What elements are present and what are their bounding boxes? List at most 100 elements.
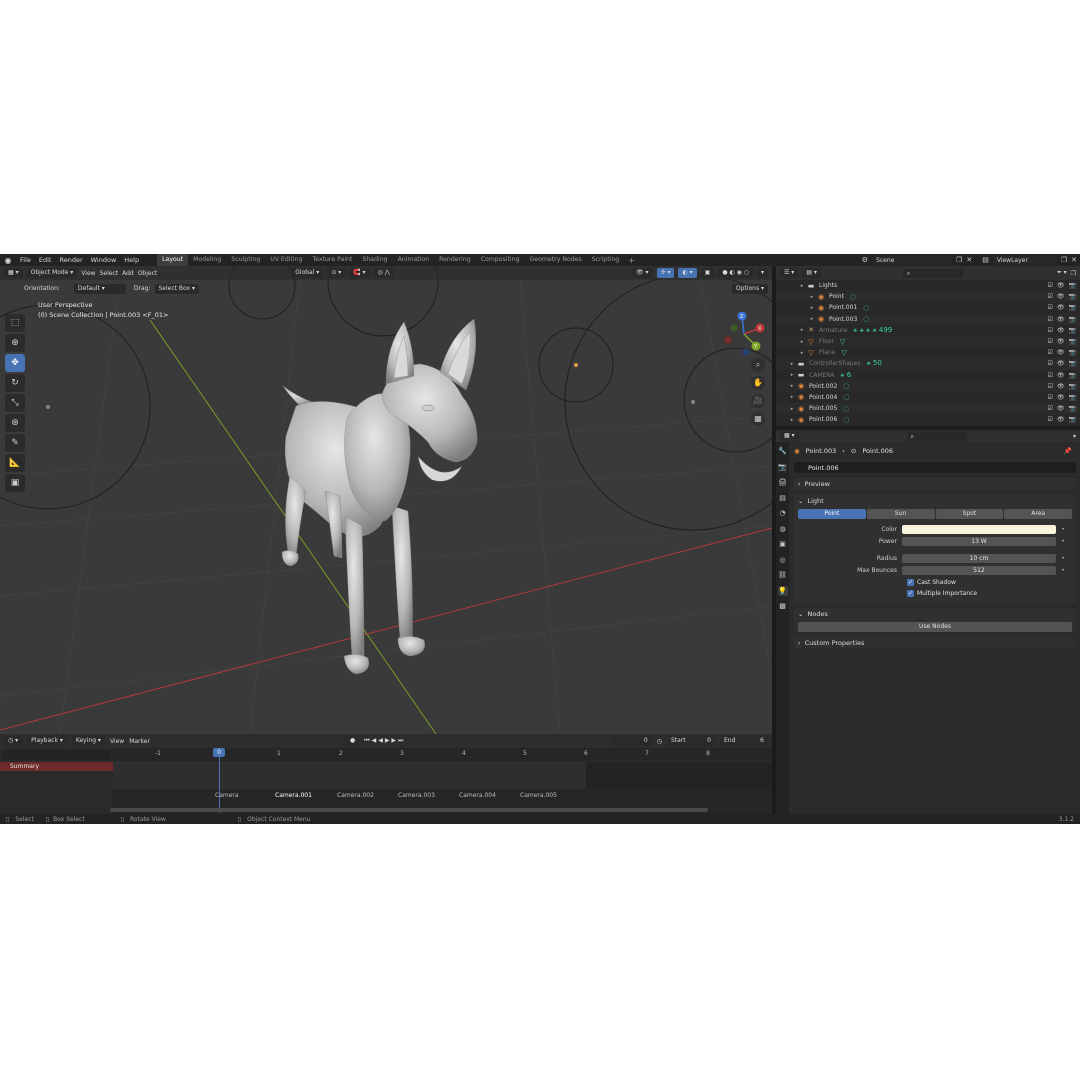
power-field[interactable]: 13 W [902,537,1056,547]
tab-uv-editing[interactable]: UV Editing [265,254,307,266]
dog-model[interactable] [281,318,478,675]
outliner-row[interactable]: ▸ ◉ Point.002 ◌ ☑ 👁 📷 [776,380,1080,392]
checkbox-icon[interactable]: ☑ [1048,327,1053,334]
tab-animation[interactable]: Animation [393,254,435,266]
new-view-layer-icon[interactable]: ❐ [1061,256,1067,264]
outliner-item-data[interactable]: ◌ [843,393,849,401]
scene-tab-icon[interactable]: ◔ [778,508,788,518]
keyframe-dot-icon[interactable]: • [1059,538,1067,545]
eye-icon[interactable]: 👁 [1057,394,1065,401]
expand-arrow-icon[interactable]: ▸ [788,417,796,423]
checkbox-icon[interactable]: ☑ [1048,394,1053,401]
keyframe-dot-icon[interactable]: • [1059,555,1067,562]
tab-shading[interactable]: Shading [357,254,392,266]
overlays-button[interactable]: ◐ ▾ [678,268,697,278]
gizmo-button[interactable]: ✣ ▾ [656,268,675,278]
expand-arrow-icon[interactable]: ▸ [808,294,816,300]
light-type-spot[interactable]: Spot [935,509,1004,519]
outliner-item-data[interactable]: ◌ [843,405,849,413]
keyframe-dot-icon[interactable]: • [1059,526,1067,533]
view-layer-tab-icon[interactable]: ▤ [778,493,788,503]
outliner-item-data[interactable]: ⚹ 50 [866,359,881,368]
marker-menu[interactable]: Marker [129,738,150,745]
timeline-search-input[interactable] [2,750,111,760]
visibility-toggles[interactable]: ☑ 👁 📷 [1048,383,1077,390]
outliner-row[interactable]: ▸ ✕ Armature ⚹ ⚹ ⚹ ⚹ 499 ☑ 👁 📷 [776,325,1080,336]
camera-render-icon[interactable]: 📷 [1069,349,1076,356]
camera-render-icon[interactable]: 📷 [1069,316,1076,323]
eye-icon[interactable]: 👁 [1057,372,1065,379]
eye-icon[interactable]: 👁 [1057,327,1065,334]
navigation-gizmo[interactable]: X Y Z [722,312,766,356]
filter-icon[interactable]: ⏷ ▾ [1057,269,1067,277]
area-divider[interactable] [772,266,775,824]
visibility-toggles[interactable]: ☑ 👁 📷 [1048,360,1077,367]
tab-sculpting[interactable]: Sculpting [226,254,265,266]
pin-icon[interactable]: 📌 [1064,447,1072,455]
nodes-panel-header[interactable]: ⌄ Nodes [794,608,1076,620]
proportional-edit-button[interactable]: ◎ ⋀ [373,268,394,278]
visibility-toggles[interactable]: ☑ 👁 📷 [1048,316,1077,323]
display-mode-button[interactable]: ▤ ▾ [802,268,821,278]
checkbox-icon[interactable]: ☑ [1048,293,1053,300]
cast-shadow-checkbox[interactable]: ✓ Cast Shadow [794,577,1076,588]
scale-icon[interactable]: ⤡ [5,394,25,412]
tab-scripting[interactable]: Scripting [587,254,625,266]
expand-arrow-icon[interactable]: ▸ [798,327,806,333]
checkbox-icon[interactable]: ☑ [1048,372,1053,379]
outliner-item-data[interactable]: ◌ [850,293,856,301]
pivot-point-button[interactable]: ⊙ ▾ [327,268,346,278]
tool-tab-icon[interactable]: 🔧 [778,446,788,456]
outliner-row[interactable]: ▸ ▬ CAMERA ⚹ 6 ☑ 👁 📷 [776,370,1080,381]
menu-select[interactable]: Select [100,270,119,277]
camera-render-icon[interactable]: 📷 [1069,394,1076,401]
marker-camera-002[interactable]: Camera.002 [337,792,374,799]
keying-menu[interactable]: Keying ▾ [71,736,105,746]
outliner-row[interactable]: ▸ ▽ Floor ▽ ☑ 👁 📷 [776,335,1080,348]
texture-tab-icon[interactable]: ▩ [778,601,788,611]
eye-icon[interactable]: 👁 [1057,304,1065,311]
tab-geometry-nodes[interactable]: Geometry Nodes [525,254,587,266]
world-tab-icon[interactable]: ◍ [778,524,788,534]
checkbox-icon[interactable]: ☑ [1048,349,1053,356]
outliner-item-data[interactable]: ▽ [841,349,846,357]
marker-camera[interactable]: Camera [215,792,239,799]
light-panel-header[interactable]: ⌄ Light [794,495,1076,507]
marker-camera-003[interactable]: Camera.003 [398,792,435,799]
visibility-toggles[interactable]: ☑ 👁 📷 [1048,293,1077,300]
keyframe-dot-icon[interactable]: • [1059,567,1067,574]
custom-properties-panel[interactable]: › Custom Properties [794,637,1076,649]
outliner-row[interactable]: ▸ ▬ Lights ☑ 👁 📷 [776,280,1080,291]
expand-arrow-icon[interactable]: ▸ [798,339,806,345]
editor-type-button[interactable]: ▦ ▾ [4,268,23,278]
timeline-editor-type-button[interactable]: ◷ ▾ [4,736,23,746]
outliner-item-data[interactable]: ◌ [863,304,869,312]
properties-options-icon[interactable]: ▾ [1073,433,1076,440]
outliner-item-data[interactable]: ▽ [840,338,845,346]
light-type-sun[interactable]: Sun [866,509,935,519]
tab-layout[interactable]: Layout [157,254,189,266]
end-frame-field[interactable]: End 6 [720,736,768,746]
current-frame-field[interactable]: 0 [611,736,652,746]
outliner-row[interactable]: ▸ ◉ Point.005 ◌ ☑ 👁 📷 [776,403,1080,415]
marker-camera-001[interactable]: Camera.001 [275,792,312,799]
timeline-view-menu[interactable]: View [110,738,124,745]
checkbox-icon[interactable]: ☑ [1048,282,1053,289]
checkbox-icon[interactable]: ☑ [1048,416,1053,423]
radius-field[interactable]: 10 cm [902,553,1056,563]
drag-select[interactable]: Select Box ▾ [154,283,199,294]
visibility-toggles[interactable]: ☑ 👁 📷 [1048,338,1077,345]
tab-compositing[interactable]: Compositing [476,254,525,266]
measure-icon[interactable]: 📐 [5,454,25,472]
eye-icon[interactable]: 👁 [1057,349,1065,356]
object-tab-icon[interactable]: ▣ [778,539,788,549]
visibility-toggles[interactable]: ☑ 👁 📷 [1048,405,1077,412]
expand-arrow-icon[interactable]: ▸ [808,316,816,322]
output-tab-icon[interactable]: 🖨 [778,477,788,487]
visibility-button[interactable]: 👁 ▾ [631,268,653,278]
tab-texture-paint[interactable]: Texture Paint [307,254,357,266]
camera-render-icon[interactable]: 📷 [1069,338,1076,345]
menu-file[interactable]: File [16,254,35,266]
visibility-toggles[interactable]: ☑ 👁 📷 [1048,304,1077,311]
eye-icon[interactable]: 👁 [1057,383,1065,390]
